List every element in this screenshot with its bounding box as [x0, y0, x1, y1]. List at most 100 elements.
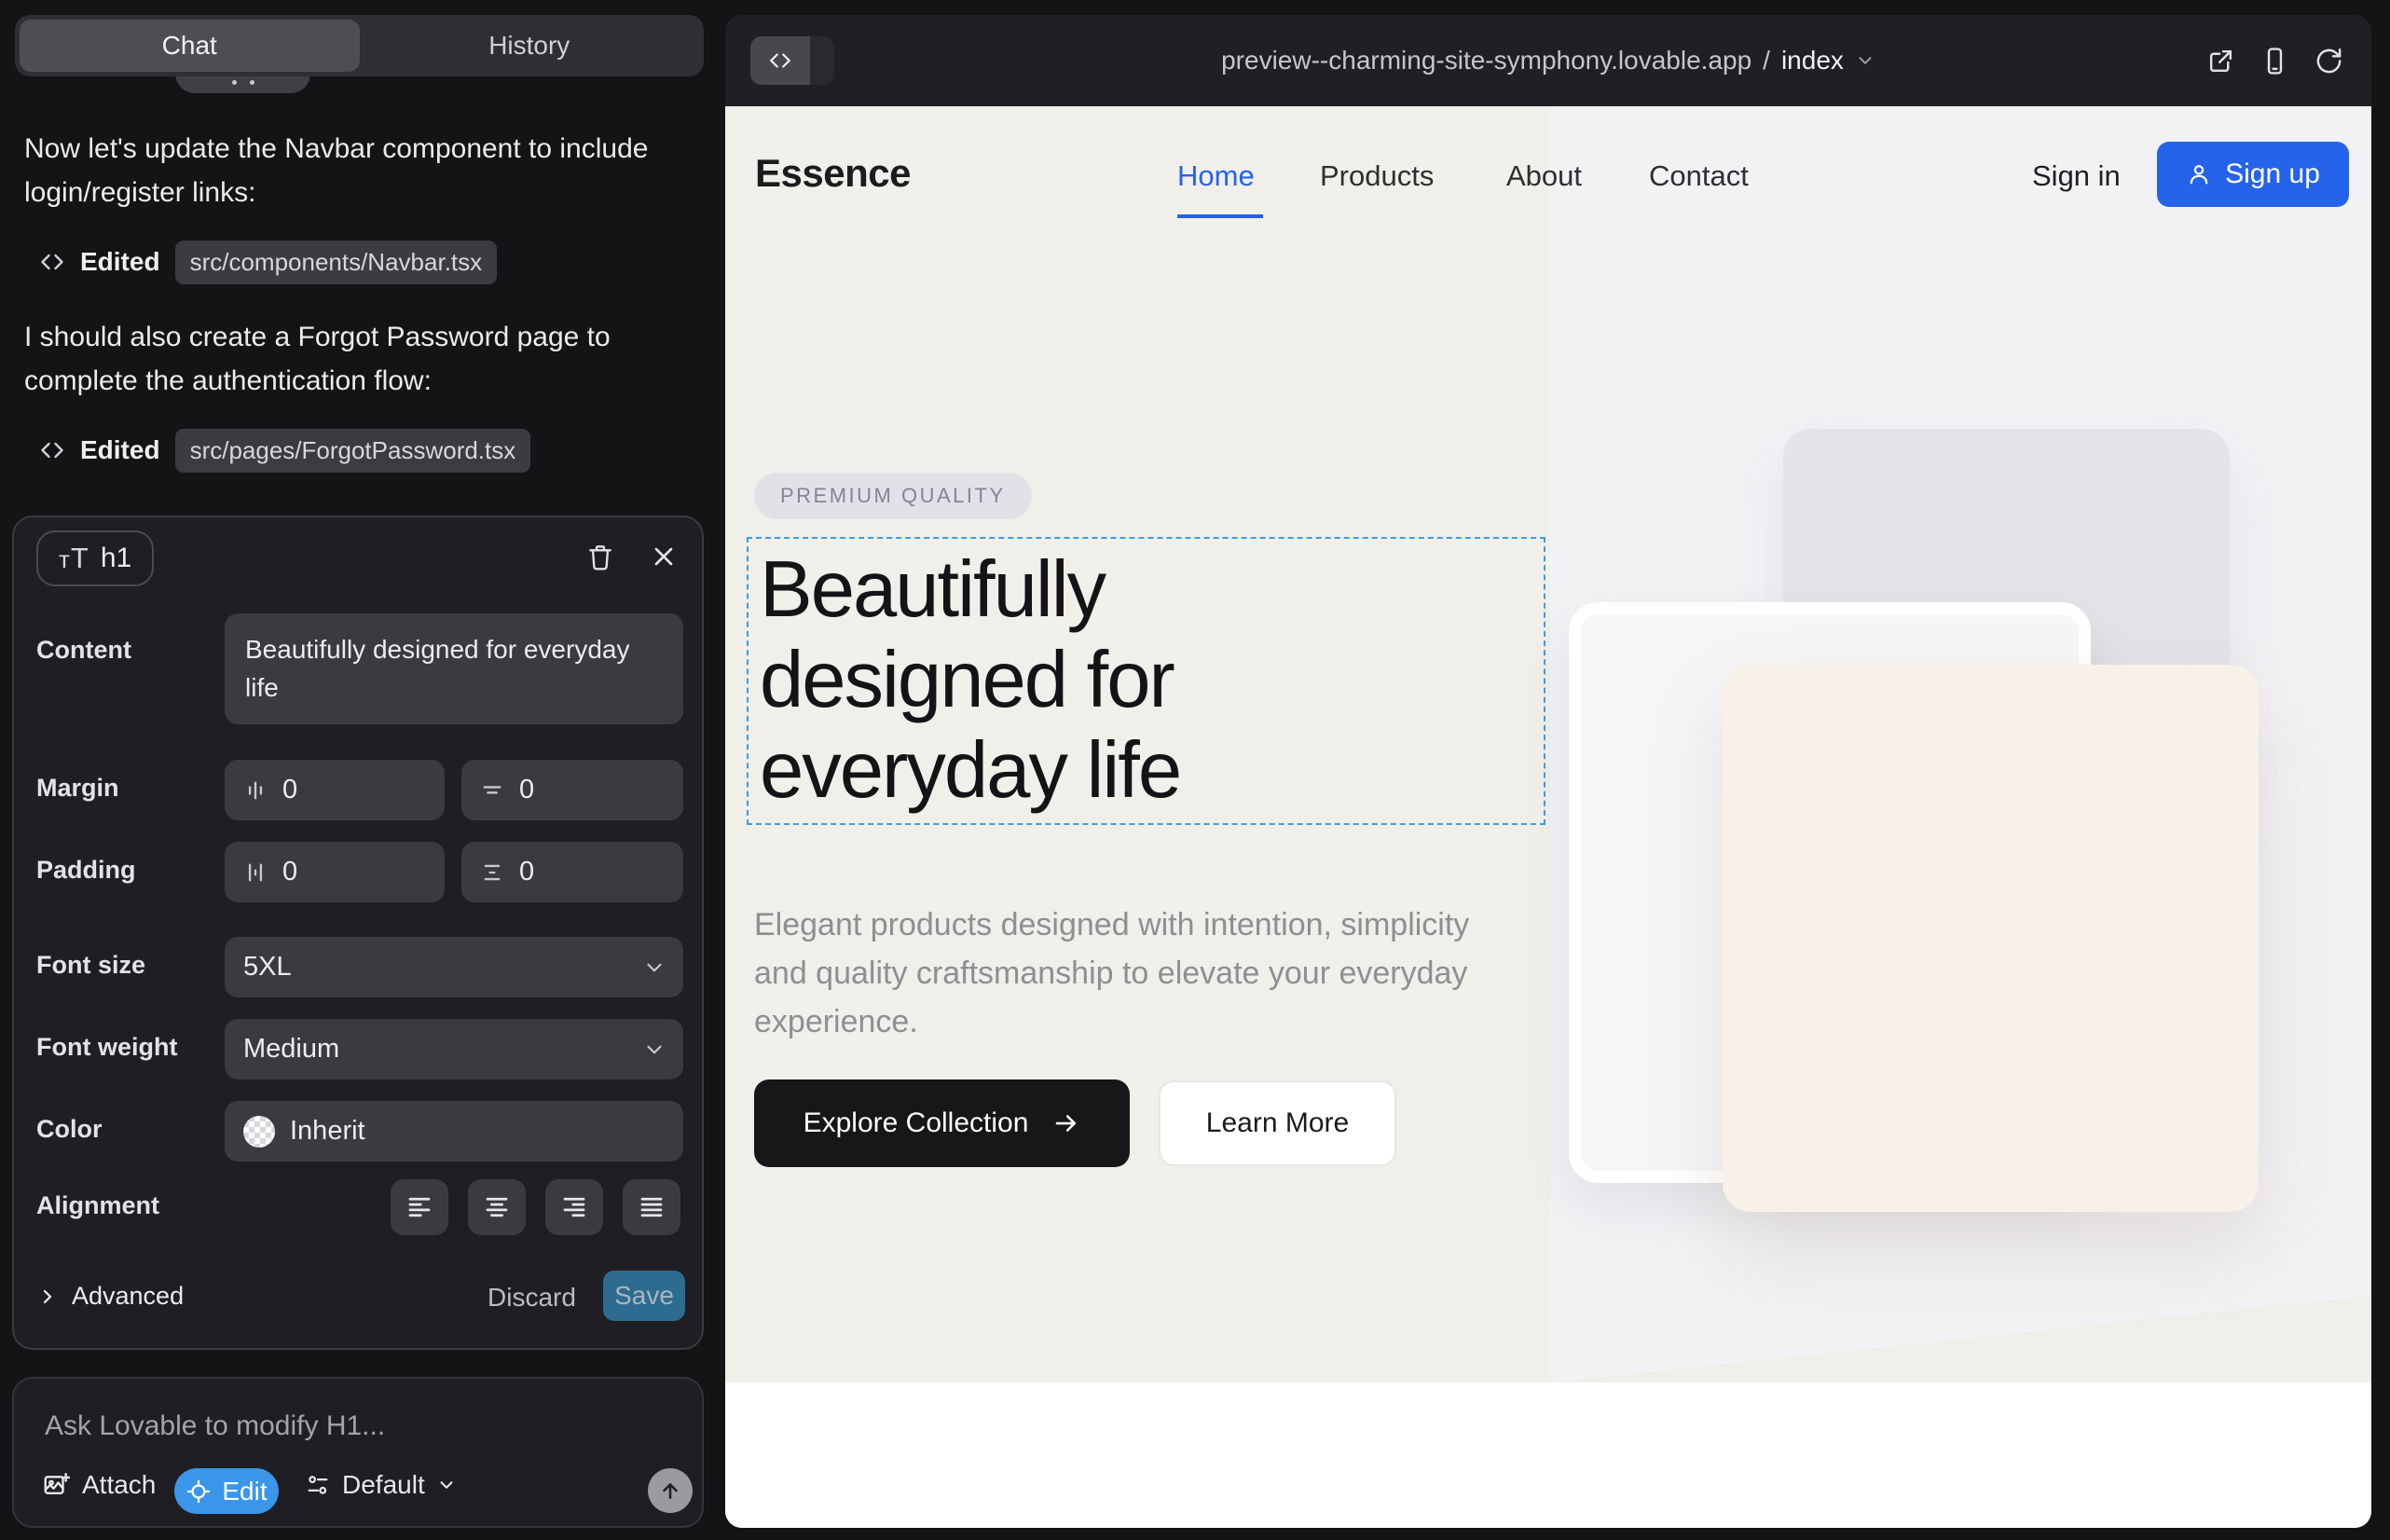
margin-x-input[interactable]: 0 [225, 760, 445, 820]
selected-element-pill[interactable]: тT h1 [36, 530, 154, 586]
element-editor-panel: тT h1 Content Beautifully designed for e… [12, 516, 704, 1350]
hero-heading[interactable]: Beautifully designed for everyday life [749, 539, 1544, 816]
close-icon [649, 542, 679, 571]
align-center-button[interactable] [468, 1179, 526, 1235]
edited-file-row[interactable]: Edited src/pages/ForgotPassword.tsx [39, 429, 530, 472]
preview-topbar: preview--charming-site-symphony.lovable.… [725, 15, 2371, 106]
user-icon [2186, 161, 2212, 187]
type-icon: тT [59, 542, 89, 575]
send-button[interactable] [648, 1468, 693, 1513]
margin-label: Margin [36, 774, 119, 803]
advanced-toggle[interactable]: Advanced [36, 1282, 184, 1311]
file-chip[interactable]: src/pages/ForgotPassword.tsx [175, 429, 531, 473]
preview-url[interactable]: preview--charming-site-symphony.lovable.… [725, 15, 2371, 106]
padding-horizontal-icon [243, 860, 268, 885]
edited-label: Edited [80, 247, 160, 277]
mobile-view-button[interactable] [2260, 47, 2289, 76]
align-right-button[interactable] [545, 1179, 603, 1235]
align-justify-button[interactable] [623, 1179, 680, 1235]
margin-vertical-icon [480, 778, 504, 803]
edited-label: Edited [80, 435, 160, 465]
chevron-down-icon [642, 1038, 666, 1062]
preview-pane: preview--charming-site-symphony.lovable.… [725, 15, 2371, 1528]
selected-element-outline[interactable]: Beautifully designed for everyday life [747, 537, 1545, 825]
model-selector[interactable]: Default [305, 1470, 457, 1500]
tab-history[interactable]: History [360, 20, 700, 72]
hero-paragraph: Elegant products designed with intention… [754, 901, 1500, 1046]
composer-input[interactable]: Ask Lovable to modify H1... [45, 1410, 385, 1442]
nav-link-products[interactable]: Products [1320, 159, 1434, 193]
explore-collection-button[interactable]: Explore Collection [754, 1079, 1130, 1167]
code-icon [39, 437, 65, 463]
font-weight-select[interactable]: Medium [225, 1019, 683, 1079]
align-left-button[interactable] [391, 1179, 448, 1235]
sign-in-link[interactable]: Sign in [2032, 159, 2121, 193]
align-right-icon [560, 1193, 588, 1221]
chat-message: Now let's update the Navbar component to… [24, 127, 692, 214]
nav-link-about[interactable]: About [1506, 159, 1582, 193]
align-center-icon [483, 1193, 511, 1221]
color-label: Color [36, 1115, 103, 1144]
url-host: preview--charming-site-symphony.lovable.… [1221, 46, 1751, 76]
trash-icon [585, 542, 615, 571]
margin-y-input[interactable]: 0 [461, 760, 683, 820]
image-plus-icon [42, 1471, 70, 1499]
font-size-select[interactable]: 5XL [225, 937, 683, 997]
site-logo[interactable]: Essence [755, 151, 911, 196]
hero-badge: PREMIUM QUALITY [754, 473, 1032, 519]
chevron-down-icon [436, 1475, 457, 1495]
element-tag: h1 [101, 543, 131, 574]
next-section-background [725, 1382, 2371, 1528]
delete-element-button[interactable] [585, 542, 615, 571]
arrow-up-icon [658, 1478, 682, 1503]
chat-sidebar: Chat History Now let's update the Navbar… [0, 0, 725, 1540]
padding-vertical-icon [480, 860, 504, 885]
alignment-label: Alignment [36, 1191, 159, 1220]
arrow-right-icon [1052, 1109, 1080, 1137]
chat-composer: Ask Lovable to modify H1... Attach Edit … [12, 1377, 704, 1528]
sliders-icon [305, 1472, 331, 1498]
url-page: index [1781, 46, 1844, 76]
learn-more-button[interactable]: Learn More [1159, 1080, 1396, 1166]
smartphone-icon [2260, 47, 2289, 76]
color-select[interactable]: Inherit [225, 1101, 683, 1162]
file-chip[interactable]: src/components/Navbar.tsx [175, 241, 498, 284]
external-link-icon [2206, 47, 2235, 76]
url-separator: / [1763, 46, 1770, 76]
font-weight-label: Font weight [36, 1033, 177, 1062]
target-icon [185, 1478, 212, 1505]
chevron-down-icon [642, 956, 666, 980]
close-panel-button[interactable] [649, 542, 679, 571]
margin-horizontal-icon [243, 778, 268, 803]
chevron-down-icon [1855, 50, 1875, 71]
tab-chat[interactable]: Chat [20, 20, 360, 72]
align-left-icon [405, 1193, 433, 1221]
attach-button[interactable]: Attach [42, 1470, 156, 1500]
font-size-label: Font size [36, 951, 145, 980]
refresh-button[interactable] [2314, 47, 2343, 76]
edited-file-row[interactable]: Edited src/components/Navbar.tsx [39, 241, 497, 283]
site-canvas: Essence Home Products About Contact Sign… [725, 106, 2371, 1528]
padding-x-input[interactable]: 0 [225, 842, 445, 902]
align-justify-icon [638, 1193, 666, 1221]
alignment-group [391, 1179, 680, 1235]
open-external-button[interactable] [2206, 47, 2235, 76]
discard-button[interactable]: Discard [482, 1282, 582, 1313]
nav-link-home[interactable]: Home [1177, 159, 1255, 193]
hero-card-front [1723, 665, 2259, 1212]
color-swatch-icon [243, 1116, 275, 1148]
save-button[interactable]: Save [603, 1271, 685, 1321]
chat-message: I should also create a Forgot Password p… [24, 315, 692, 403]
topbar-actions [2206, 15, 2343, 106]
active-nav-underline [1177, 214, 1263, 218]
padding-label: Padding [36, 856, 136, 885]
edit-mode-button[interactable]: Edit [174, 1468, 279, 1514]
padding-y-input[interactable]: 0 [461, 842, 683, 902]
nav-link-contact[interactable]: Contact [1649, 159, 1749, 193]
sign-up-button[interactable]: Sign up [2157, 142, 2349, 207]
refresh-icon [2314, 47, 2343, 76]
content-input[interactable]: Beautifully designed for everyday life [225, 613, 683, 724]
sidebar-tabs: Chat History [15, 15, 704, 76]
content-label: Content [36, 636, 131, 665]
chevron-right-icon [36, 1286, 59, 1308]
